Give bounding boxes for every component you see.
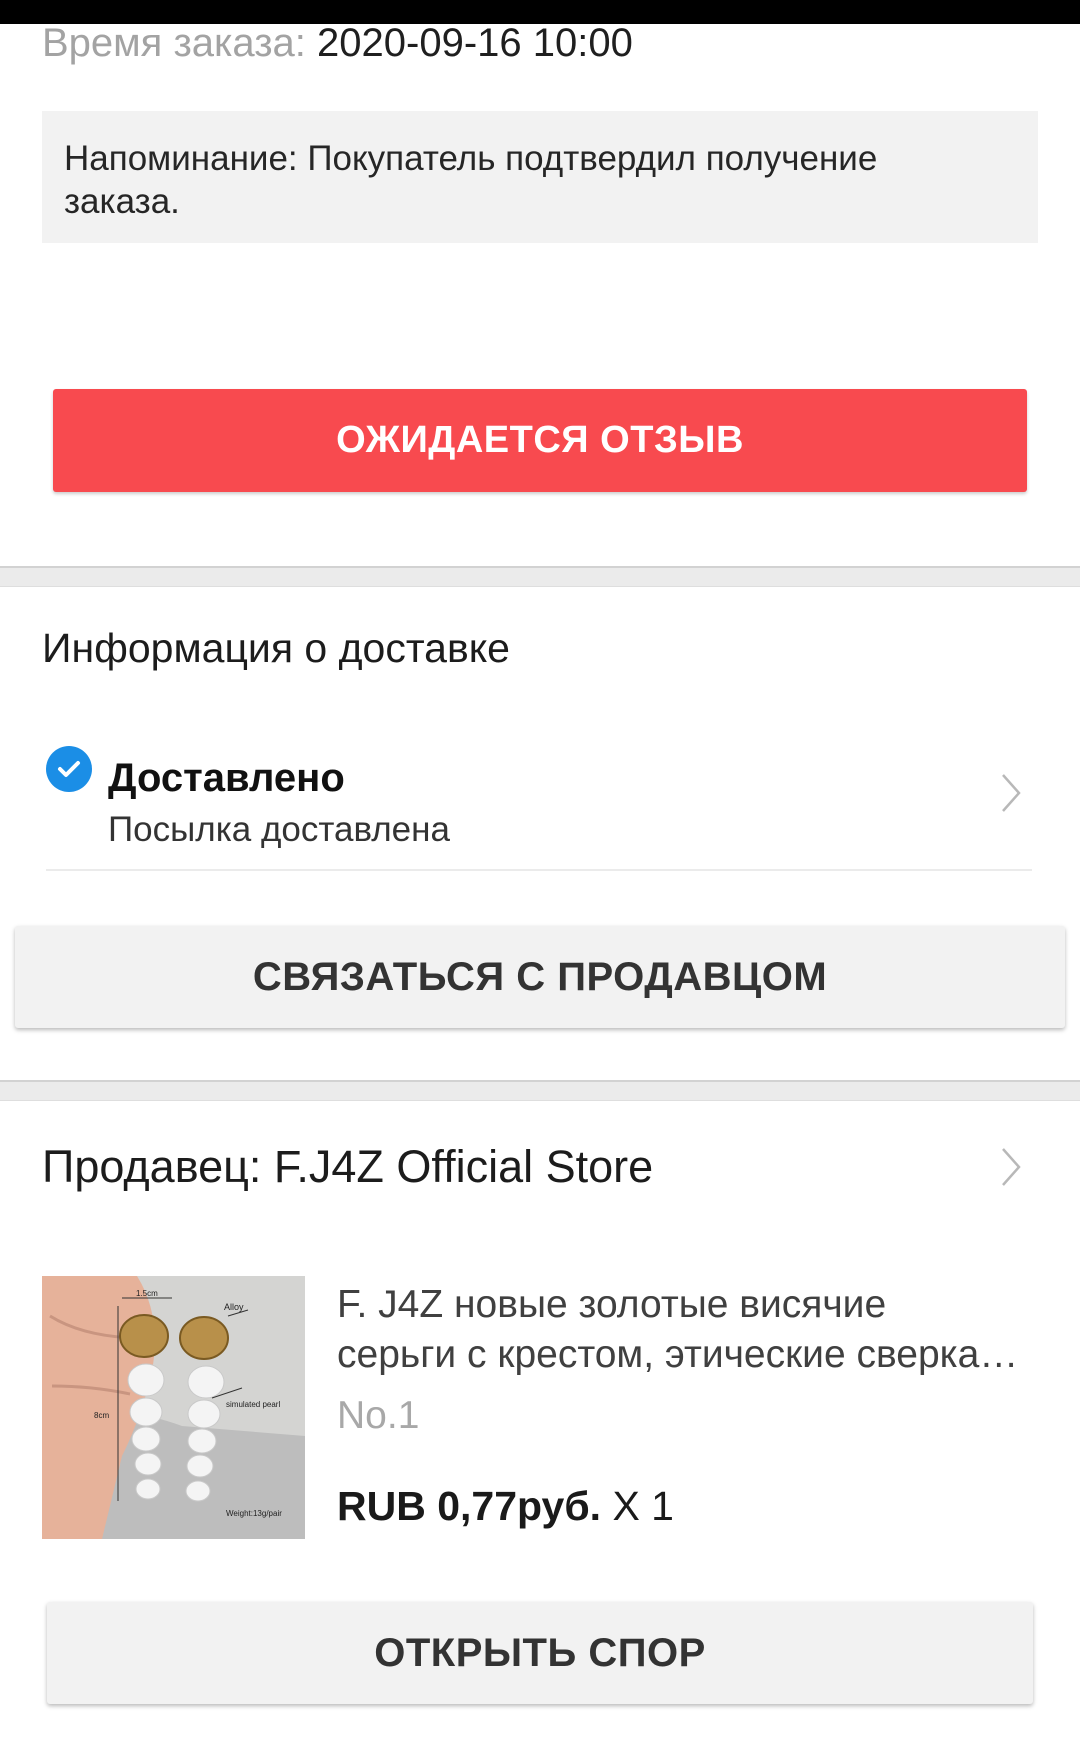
seller-name: Продавец: F.J4Z Official Store <box>42 1141 654 1192</box>
delivery-section-title: Информация о доставке <box>42 625 510 671</box>
checkmark-circle-icon <box>46 746 92 792</box>
reminder-line-1: Напоминание: Покупатель подтвердил получ… <box>64 139 878 178</box>
delivery-status-row[interactable]: Доставлено Посылка доставлена <box>46 740 1032 871</box>
section-divider <box>0 566 1080 587</box>
product-price-row: RUB 0,77руб. X 1 <box>337 1480 674 1532</box>
order-time-value: 2020-09-16 10:00 <box>317 21 633 65</box>
image-label-pearl: simulated pearl <box>226 1400 280 1409</box>
order-time-label: Время заказа: <box>42 21 306 65</box>
reminder-line-2: заказа. <box>64 182 180 221</box>
image-label-width: 1.5cm <box>136 1289 158 1298</box>
seller-row[interactable]: Продавец: F.J4Z Official Store <box>42 1141 1032 1196</box>
product-quantity: X 1 <box>601 1483 674 1529</box>
order-time: Время заказа: 2020-09-16 10:00 <box>42 18 633 68</box>
delivery-status: Доставлено <box>108 756 345 800</box>
reminder-box: Напоминание: Покупатель подтвердил получ… <box>42 111 1038 243</box>
open-dispute-button[interactable]: ОТКРЫТЬ СПОР <box>47 1602 1033 1704</box>
chevron-right-icon <box>1000 772 1022 814</box>
image-label-material: Alloy <box>224 1302 244 1312</box>
chevron-right-icon <box>1000 1146 1022 1188</box>
awaiting-review-button[interactable]: ОЖИДАЕТСЯ ОТЗЫВ <box>53 389 1027 492</box>
product-image[interactable]: 1.5cm Alloy simulated pearl 8cm Weight:1… <box>42 1276 305 1539</box>
product-title-line-2: серьги с крестом, этические сверкающие <box>337 1333 1037 1376</box>
product-price: RUB 0,77руб. <box>337 1483 602 1529</box>
product-variant: No.1 <box>337 1394 420 1437</box>
image-label-length: 8cm <box>94 1411 109 1420</box>
product-title-line-1: F. J4Z новые золотые висячие <box>337 1283 887 1326</box>
section-divider <box>0 1080 1080 1101</box>
product-title[interactable]: F. J4Z новые золотые висячие серьги с кр… <box>337 1280 1037 1380</box>
contact-seller-button[interactable]: СВЯЗАТЬСЯ С ПРОДАВЦОМ <box>15 926 1065 1028</box>
delivery-status-detail: Посылка доставлена <box>108 810 450 849</box>
image-label-weight: Weight:13g/pair <box>226 1509 282 1518</box>
